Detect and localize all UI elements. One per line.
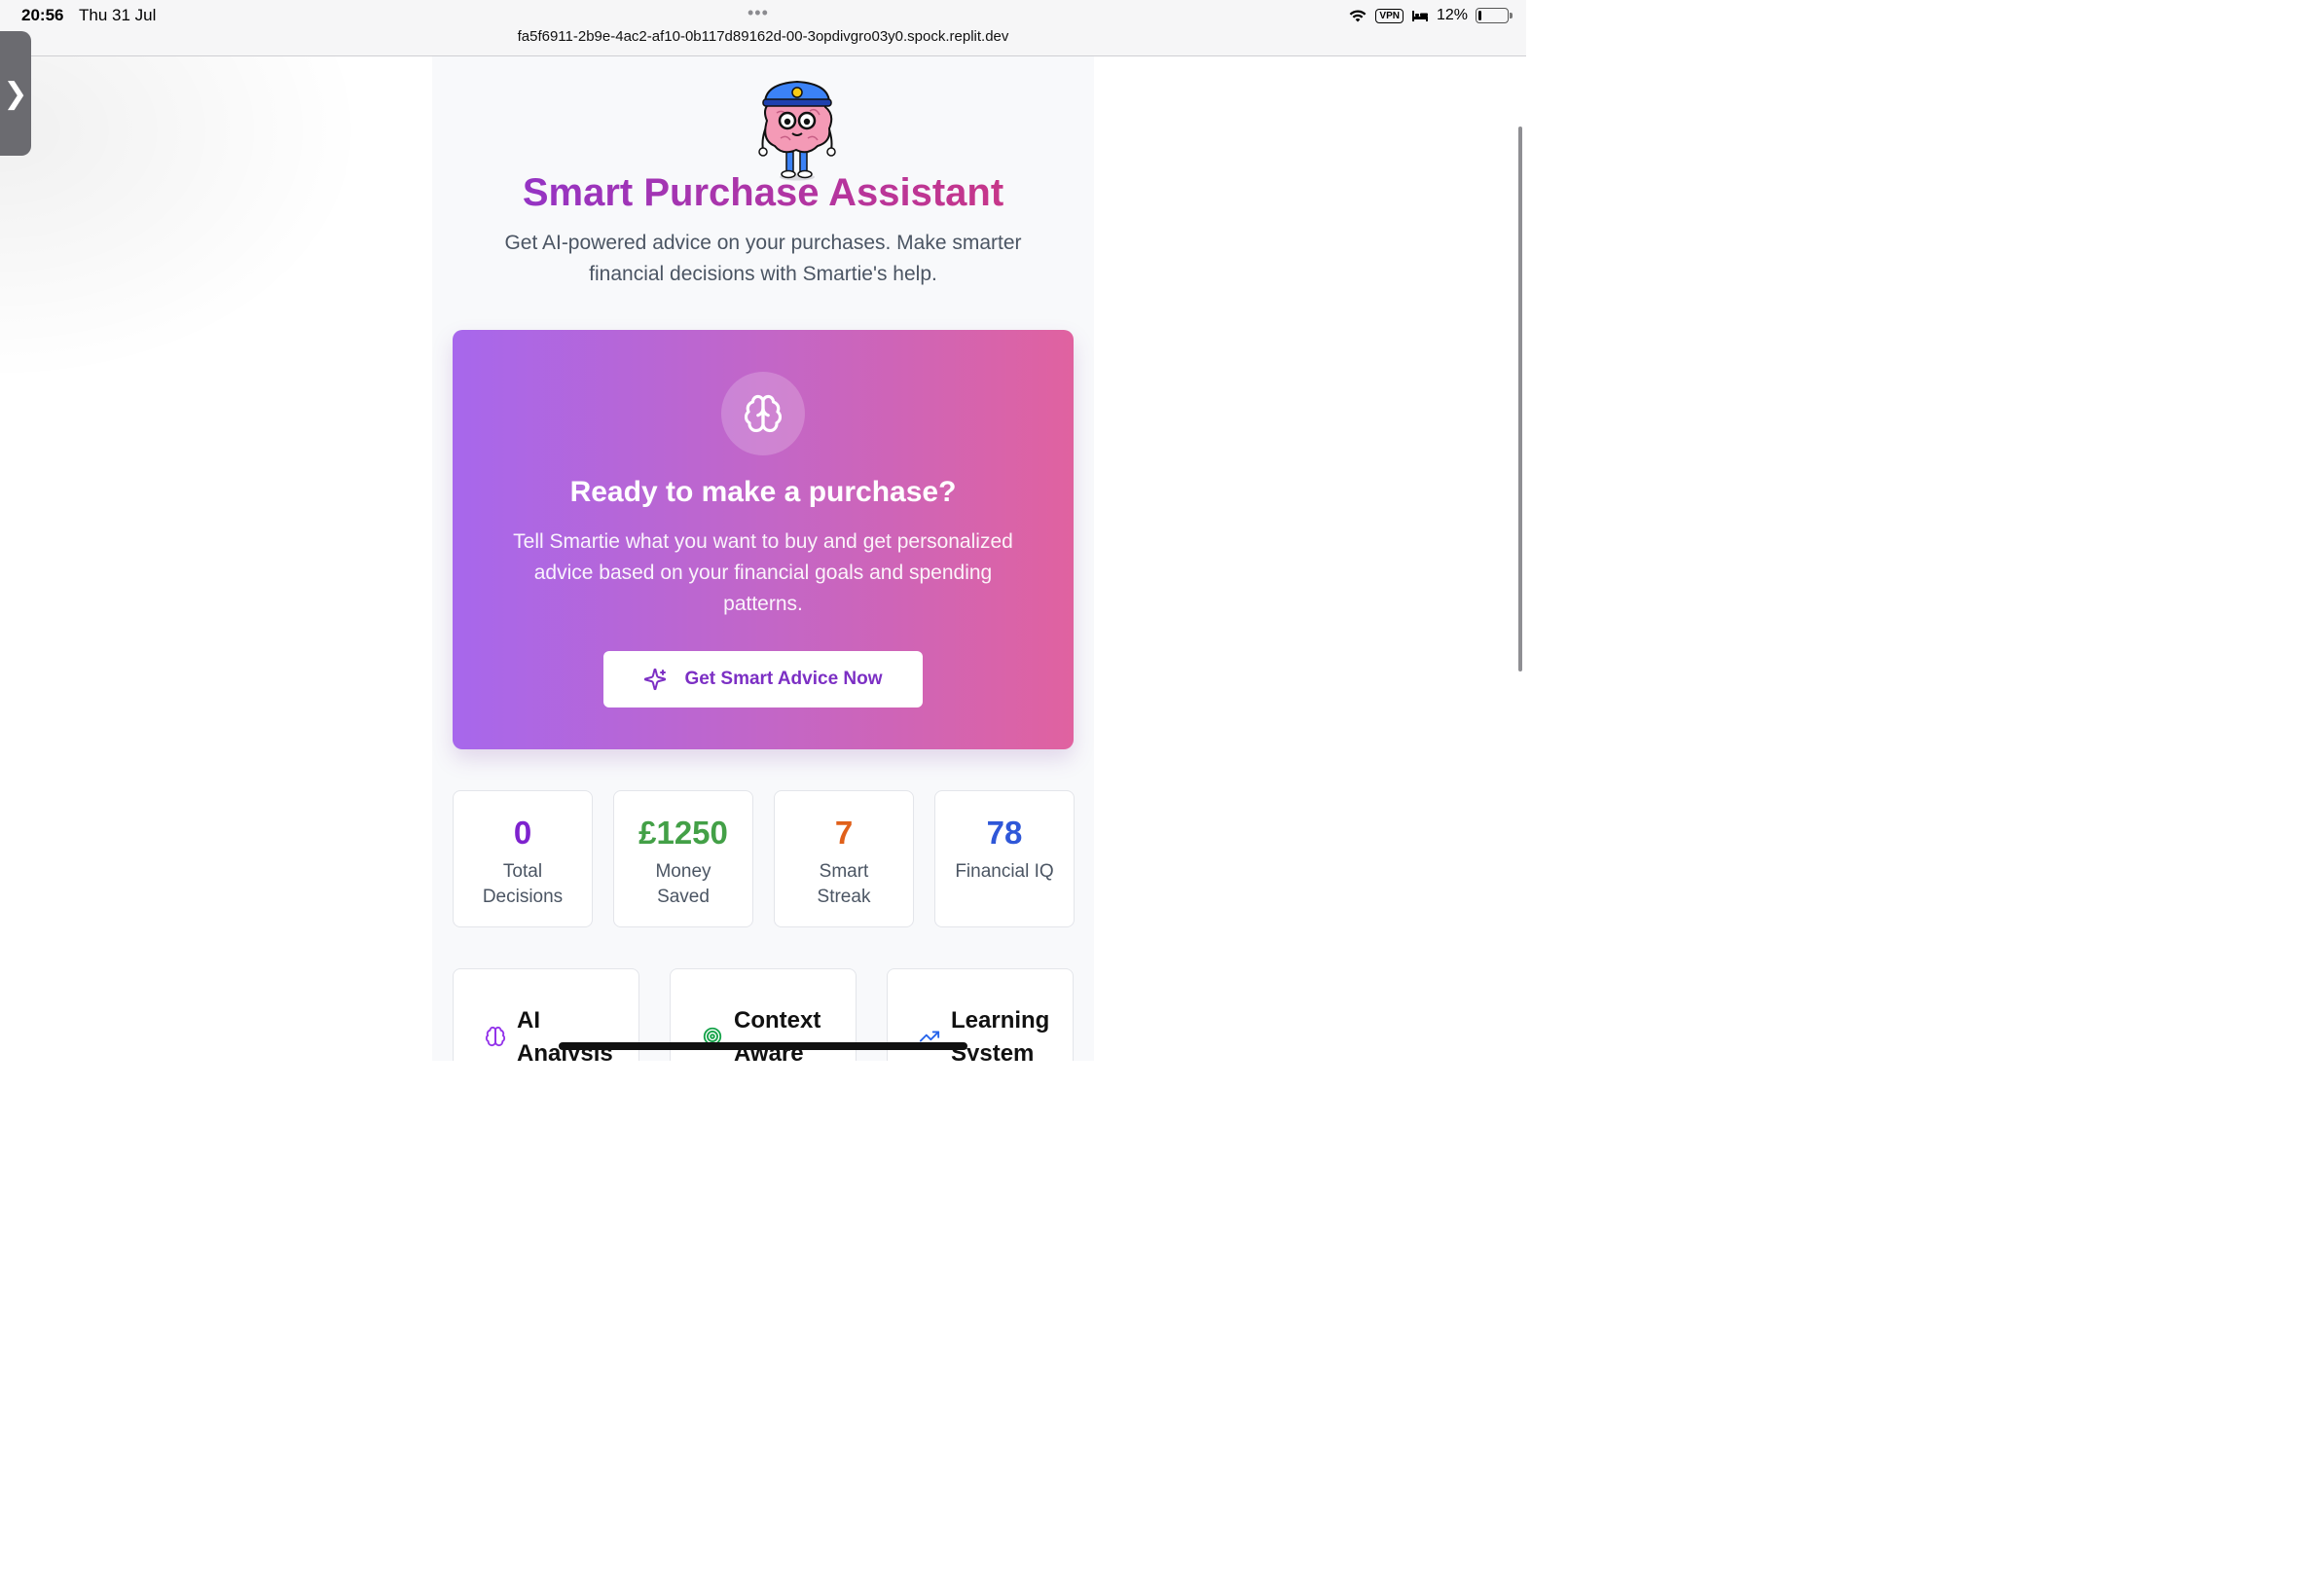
chevron-right-icon: ❯ [3,77,28,110]
sidebar-toggle-tab[interactable]: ❯ [0,31,31,156]
stat-label: Total Decisions [482,861,564,907]
stat-value: £1250 [638,815,728,851]
stat-card-total-decisions: 0 Total Decisions [453,790,593,927]
get-smart-advice-button[interactable]: Get Smart Advice Now [603,651,923,707]
address-bar-url[interactable]: fa5f6911-2b9e-4ac2-af10-0b117d89162d-00-… [0,28,1526,45]
hero-title: Ready to make a purchase? [569,476,957,508]
purchase-hero-card: Ready to make a purchase? Tell Smartie w… [453,330,1074,749]
stat-card-money-saved: £1250 Money Saved [613,790,753,927]
stat-label: Smart Streak [817,861,871,907]
stat-value: 78 [986,815,1023,851]
stat-label: Financial IQ [955,861,1054,882]
feature-title: Learning System [951,1007,1050,1061]
battery-icon [1476,8,1513,23]
status-time: 20:56 [21,6,64,24]
status-date: Thu 31 Jul [79,6,157,24]
status-indicators: VPN 12% [1348,5,1513,26]
stat-card-financial-iq: 78 Financial IQ [934,790,1075,927]
battery-level [1478,11,1481,20]
smartie-mascot-logo [758,80,836,181]
page-subtitle: Get AI-powered advice on your purchases.… [504,232,1022,285]
sidebar-shadow [0,56,428,426]
sleep-focus-icon [1411,11,1428,21]
brain-icon [744,394,783,433]
hero-description: Tell Smartie what you want to buy and ge… [513,530,1013,615]
page-title: Smart Purchase Assistant [432,171,1094,215]
vpn-badge: VPN [1375,8,1404,23]
main-content[interactable]: Smart Purchase Assistant Get AI-powered … [432,56,1094,1061]
wifi-icon [1350,10,1367,22]
stat-value: 0 [513,815,532,851]
brain-icon [485,1026,506,1047]
battery-percentage: 12% [1436,7,1468,23]
status-bar: 20:56 Thu 31 Jul ••• fa5f6911-2b9e-4ac2-… [0,0,1526,56]
home-indicator[interactable] [559,1042,967,1050]
stat-value: 7 [834,815,854,851]
feature-title: AI Analysis [517,1007,613,1061]
page-scrollbar[interactable] [1518,127,1522,671]
multitasking-dots[interactable]: ••• [747,4,769,21]
sparkles-icon [644,668,667,691]
stat-label: Money Saved [655,861,711,907]
stat-card-smart-streak: 7 Smart Streak [774,790,914,927]
get-smart-advice-label: Get Smart Advice Now [684,669,883,689]
feature-title: Context Aware [734,1007,821,1061]
hero-icon-circle [721,372,805,455]
